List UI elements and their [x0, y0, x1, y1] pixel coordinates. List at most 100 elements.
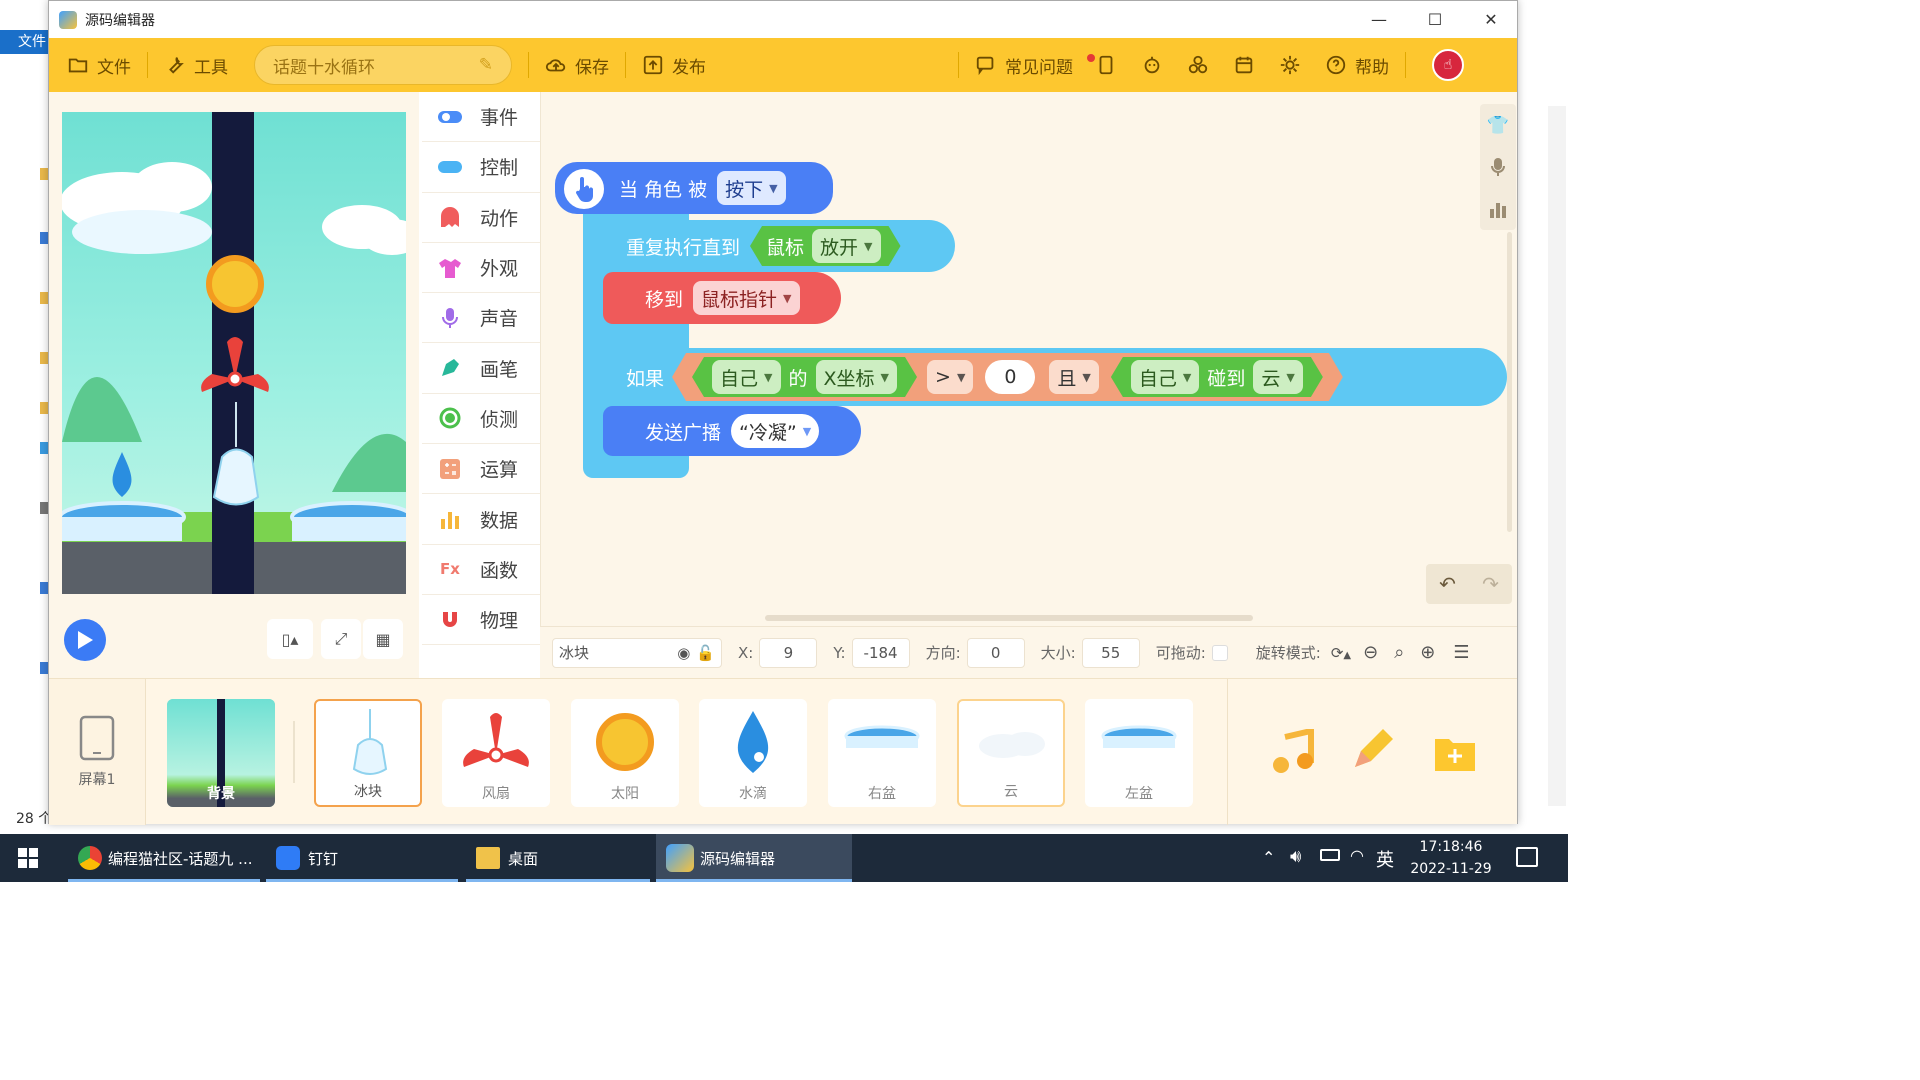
chevron-up-icon[interactable]: ⌃ — [1262, 848, 1275, 867]
trigger-dropdown[interactable]: 按下 ▼ — [717, 171, 786, 205]
property-sensor-block[interactable]: 自己 ▼ 的 X坐标 ▼ — [692, 357, 917, 397]
sprite-card-cloud[interactable]: 云 — [957, 699, 1065, 807]
sprite-card-ice[interactable]: 冰块 — [314, 699, 422, 807]
category-data[interactable]: 数据 — [422, 494, 540, 545]
workspace-vertical-scrollbar[interactable] — [1507, 232, 1512, 532]
task-desktop[interactable]: 桌面 — [466, 834, 650, 882]
x-field[interactable]: 9 — [759, 637, 818, 668]
category-pen[interactable]: 画笔 — [422, 343, 540, 394]
eye-icon[interactable]: ◉ — [677, 644, 690, 662]
category-functions[interactable]: Fx 函数 — [422, 545, 540, 595]
save-button[interactable]: 保存 — [537, 38, 617, 92]
music-icon[interactable] — [1269, 727, 1315, 779]
volume-icon[interactable]: 🔊︎ — [1290, 846, 1301, 867]
wifi-icon[interactable]: ◠ — [1350, 846, 1364, 865]
task-chrome[interactable]: 编程猫社区-话题九 ... — [68, 834, 260, 882]
settings-button[interactable] — [1271, 38, 1317, 92]
category-sensing[interactable]: 侦测 — [422, 394, 540, 445]
undo-icon[interactable]: ↶ — [1439, 572, 1456, 596]
fullscreen-button[interactable]: ⤢ — [321, 619, 361, 659]
redo-icon[interactable]: ↷ — [1482, 572, 1499, 596]
mouse-state-dropdown[interactable]: 放开 ▼ — [812, 229, 880, 263]
broadcast-message-dropdown[interactable]: “冷凝” ▼ — [731, 414, 820, 448]
file-menu-button[interactable]: 文件 — [59, 38, 139, 92]
device-mode-button[interactable]: ▯▴ — [267, 619, 313, 659]
screen-selector[interactable]: 屏幕1 — [49, 679, 146, 825]
zoom-out-icon[interactable]: ⊖ — [1363, 642, 1378, 663]
battery-icon[interactable] — [1320, 849, 1340, 861]
publish-button[interactable]: 发布 — [634, 38, 714, 92]
zoom-in-icon[interactable]: ⊕ — [1420, 642, 1435, 663]
left-object-dropdown[interactable]: 自己 ▼ — [712, 360, 780, 394]
grid-button[interactable]: ▦ — [363, 619, 403, 659]
sprite-card-sun[interactable]: 太阳 — [571, 699, 679, 807]
category-physics[interactable]: 物理 — [422, 595, 540, 646]
ime-indicator[interactable]: 英 — [1376, 846, 1394, 872]
help-button[interactable]: 帮助 — [1317, 38, 1397, 92]
faq-button[interactable]: 常见问题 — [967, 38, 1095, 92]
explorer-scrollbar[interactable] — [1548, 106, 1566, 806]
comparison-dropdown[interactable]: > ▼ — [927, 360, 973, 394]
task-code-editor[interactable]: 源码编辑器 — [656, 834, 852, 882]
sprite-card-left-basin[interactable]: 左盆 — [1085, 699, 1193, 807]
if-block[interactable]: 如果 自己 ▼ 的 X坐标 ▼ > ▼ 0 且 ▼ 自己 ▼ 碰到 云 ▼ — [583, 348, 1507, 406]
mic-icon[interactable] — [1480, 146, 1516, 188]
close-button[interactable]: ✕ — [1463, 1, 1519, 38]
explorer-file-tab[interactable]: 文件 — [0, 30, 50, 54]
title-bar[interactable]: 源码编辑器 — ☐ ✕ — [49, 1, 1517, 38]
sprite-name-field[interactable]: 冰块 ◉ 🔓 — [552, 637, 722, 668]
category-operators[interactable]: 运算 — [422, 444, 540, 495]
maximize-button[interactable]: ☐ — [1407, 1, 1463, 38]
move-target-dropdown[interactable]: 鼠标指针 ▼ — [693, 281, 800, 315]
compare-value-input[interactable]: 0 — [985, 360, 1035, 394]
broadcast-block[interactable]: 发送广播 “冷凝” ▼ — [603, 406, 861, 456]
logic-dropdown[interactable]: 且 ▼ — [1049, 360, 1098, 394]
windows-start-icon[interactable] — [18, 848, 38, 872]
stage-canvas[interactable] — [62, 112, 406, 594]
sprite-card-water-drop[interactable]: 水滴 — [699, 699, 807, 807]
category-looks[interactable]: 外观 — [422, 243, 540, 294]
category-sound[interactable]: 声音 — [422, 293, 540, 344]
and-operator-block[interactable]: 自己 ▼ 的 X坐标 ▼ > ▼ 0 且 ▼ 自己 ▼ 碰到 云 ▼ — [672, 353, 1343, 401]
rotation-mode-dropdown[interactable]: ⟳▲ — [1331, 644, 1351, 662]
sprite-card-right-basin[interactable]: 右盆 — [828, 699, 936, 807]
move-to-block[interactable]: 移到 鼠标指针 ▼ — [603, 272, 841, 324]
mouse-sensor-block[interactable]: 鼠标 放开 ▼ — [750, 226, 901, 266]
size-field[interactable]: 55 — [1081, 637, 1140, 668]
property-dropdown[interactable]: X坐标 ▼ — [816, 360, 898, 394]
task-dingtalk[interactable]: 钉钉 — [266, 834, 458, 882]
zoom-reset-icon[interactable]: ⌕ — [1394, 642, 1404, 663]
direction-field[interactable]: 0 — [966, 637, 1025, 668]
code-workspace[interactable]: 当 角色 被 按下 ▼ 重复执行直到 鼠标 放开 ▼ 移到 鼠标指针 ▼ 如果 自己 ▼… — [540, 92, 1517, 626]
device-preview-button[interactable] — [1087, 38, 1133, 92]
play-button[interactable] — [64, 619, 106, 661]
project-name-input[interactable]: 话题十水循环 ✎ — [254, 45, 512, 85]
menu-icon[interactable]: ☰ — [1453, 642, 1469, 663]
robot-button[interactable] — [1133, 38, 1179, 92]
user-avatar[interactable]: ☝ — [1432, 49, 1464, 81]
category-events[interactable]: 事件 — [422, 92, 540, 143]
pencil-icon[interactable] — [1349, 727, 1395, 777]
category-control[interactable]: 控制 — [422, 142, 540, 193]
clock[interactable]: 17:18:46 2022-11-29 — [1408, 836, 1494, 880]
category-motion[interactable]: 动作 — [422, 193, 540, 243]
y-field[interactable]: -184 — [851, 637, 910, 668]
workspace-horizontal-scrollbar[interactable] — [765, 615, 1253, 621]
extensions-button[interactable] — [1179, 38, 1225, 92]
minimize-button[interactable]: — — [1351, 1, 1407, 38]
sprite-card-fan[interactable]: 风扇 — [442, 699, 550, 807]
touch-target-dropdown[interactable]: 云 ▼ — [1253, 360, 1302, 394]
calendar-button[interactable] — [1225, 38, 1271, 92]
notification-icon[interactable] — [1516, 847, 1538, 867]
costume-icon[interactable]: 👕 — [1480, 104, 1516, 146]
sprite-card-background[interactable]: 背景 — [167, 699, 275, 807]
tools-menu-button[interactable]: 工具 — [156, 38, 236, 92]
touch-sensor-block[interactable]: 自己 ▼ 碰到 云 ▼ — [1111, 357, 1323, 397]
add-folder-icon[interactable] — [1433, 733, 1477, 777]
unlock-icon[interactable]: 🔓 — [696, 644, 715, 662]
touch-object-dropdown[interactable]: 自己 ▼ — [1131, 360, 1199, 394]
repeat-until-block[interactable]: 重复执行直到 鼠标 放开 ▼ — [583, 220, 955, 272]
when-clicked-hat-block[interactable]: 当 角色 被 按下 ▼ — [555, 162, 833, 214]
bar-chart-icon[interactable] — [1480, 188, 1516, 230]
draggable-checkbox[interactable] — [1211, 644, 1228, 661]
